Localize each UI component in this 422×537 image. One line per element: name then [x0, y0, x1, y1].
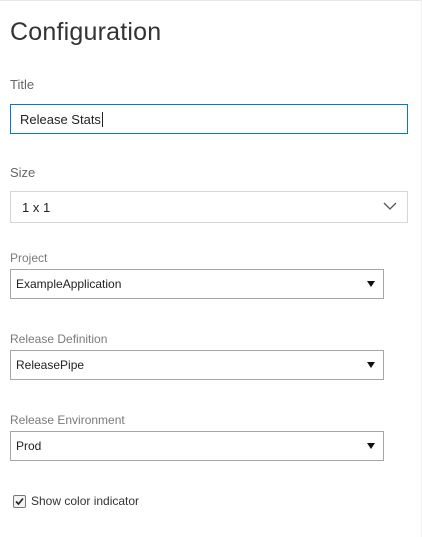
dropdown-arrow-icon — [367, 281, 375, 287]
project-dropdown[interactable]: ExampleApplication — [10, 269, 384, 299]
top-divider — [0, 0, 422, 1]
size-select[interactable]: 1 x 1 — [10, 191, 408, 223]
size-label: Size — [10, 165, 36, 180]
size-select-value: 1 x 1 — [22, 199, 51, 215]
text-caret — [101, 111, 103, 127]
checkmark-icon — [15, 497, 24, 505]
dropdown-arrow-icon — [367, 362, 375, 368]
project-label: Project — [10, 251, 48, 265]
chevron-down-icon — [383, 202, 397, 210]
release-environment-dropdown[interactable]: Prod — [10, 431, 384, 461]
title-input[interactable]: Release Stats — [10, 104, 408, 134]
release-definition-dropdown-value: ReleasePipe — [16, 358, 85, 372]
release-definition-label: Release Definition — [10, 332, 108, 346]
dropdown-arrow-icon — [367, 443, 375, 449]
title-input-value: Release Stats — [20, 111, 101, 127]
release-environment-dropdown-value: Prod — [16, 439, 42, 453]
page-title: Configuration — [10, 18, 162, 46]
color-indicator-label: Show color indicator — [31, 494, 140, 508]
color-indicator-row: Show color indicator — [13, 494, 139, 508]
release-environment-label: Release Environment — [10, 413, 125, 427]
title-label: Title — [10, 77, 35, 92]
color-indicator-checkbox[interactable] — [13, 494, 26, 508]
release-definition-dropdown[interactable]: ReleasePipe — [10, 350, 384, 380]
project-dropdown-value: ExampleApplication — [16, 277, 122, 291]
